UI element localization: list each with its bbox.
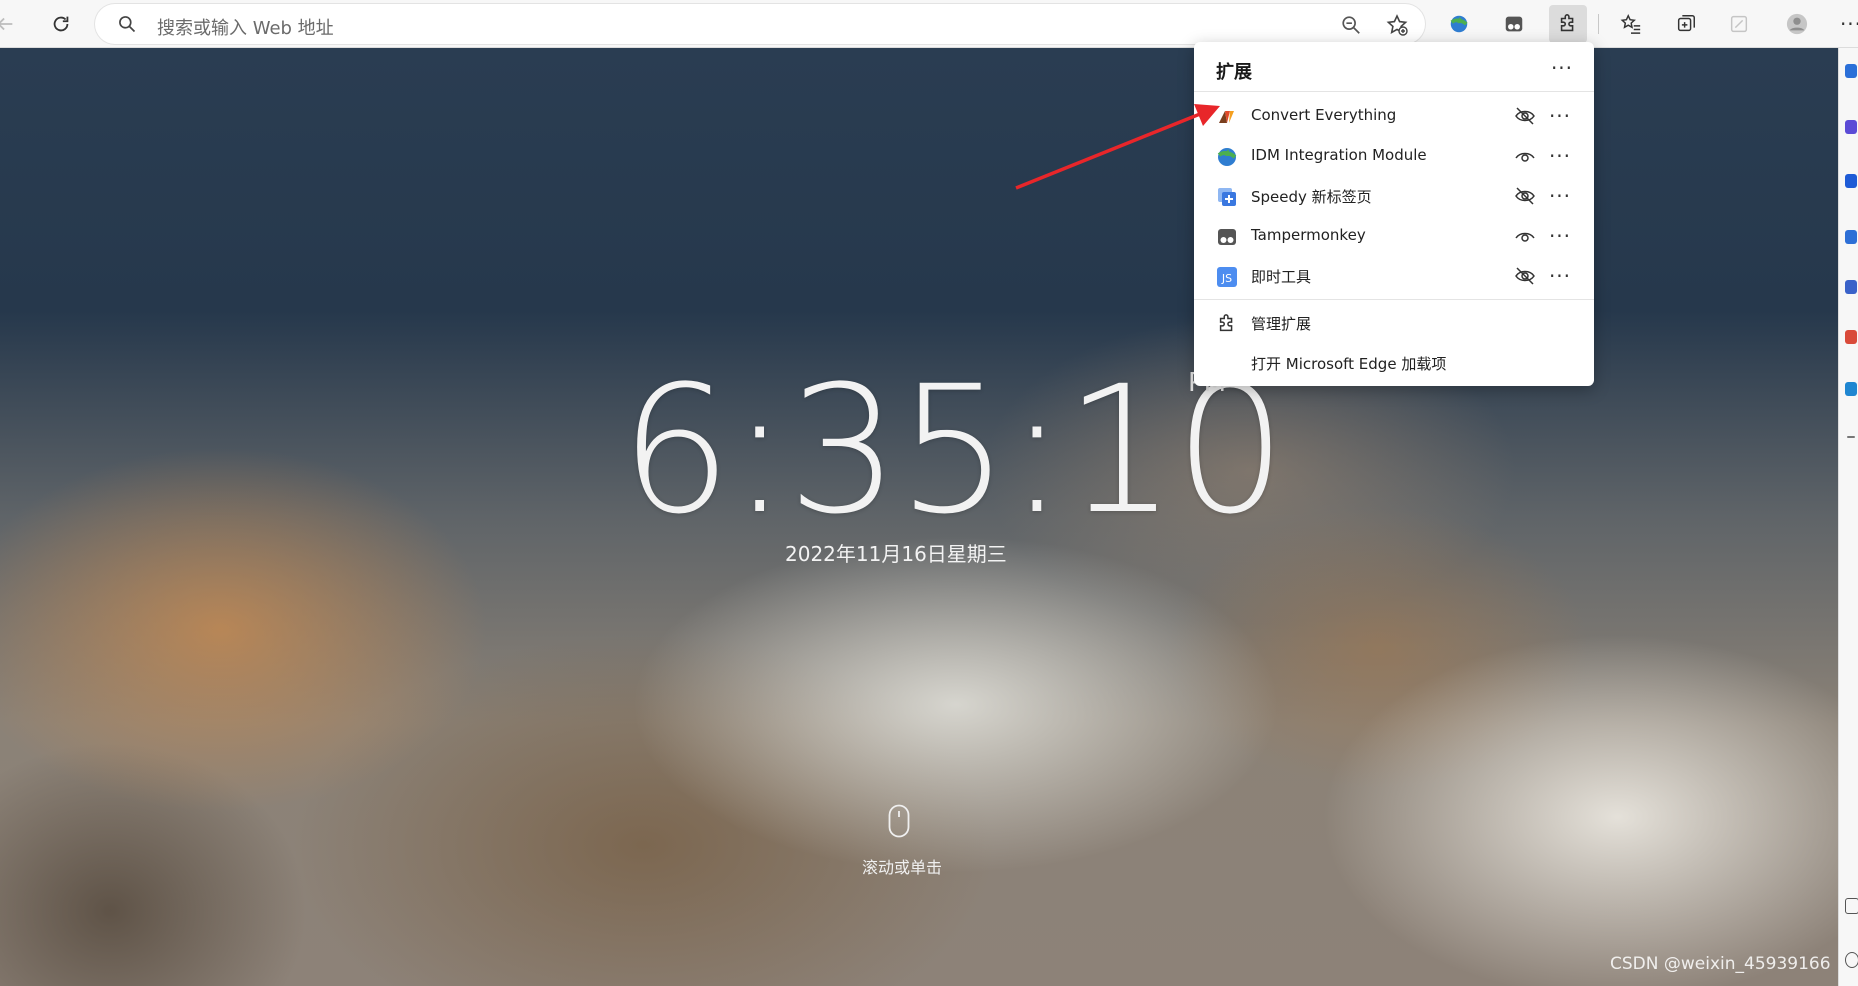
sidebar-office2-icon[interactable]: [1845, 330, 1857, 344]
collections-icon: [1677, 15, 1695, 32]
sidebar-tools-icon[interactable]: [1845, 174, 1857, 188]
favorites-list-icon: [1620, 14, 1641, 34]
clock-time: 6:35:10: [620, 348, 1286, 553]
sidebar-discover-icon[interactable]: [1845, 120, 1857, 134]
tampermonkey-icon: [1505, 16, 1523, 32]
extension-name: Convert Everything: [1251, 106, 1397, 124]
more-dots-icon: ···: [1839, 12, 1858, 36]
clock-date: 2022年11月16日星期三: [785, 542, 1007, 566]
open-edge-addons-item[interactable]: 打开 Microsoft Edge 加载项: [1194, 344, 1594, 382]
sidebar-layout-icon[interactable]: [1845, 898, 1858, 914]
zoom-icon[interactable]: [1340, 14, 1362, 36]
extension-name: IDM Integration Module: [1251, 146, 1427, 164]
sidebar-games-icon[interactable]: [1845, 230, 1857, 244]
eye-visible-icon[interactable]: [1514, 146, 1536, 166]
more-dots-icon: ···: [1550, 56, 1574, 80]
idm-extension-button[interactable]: [1440, 5, 1478, 43]
speedy-newtab-icon: [1218, 188, 1236, 206]
toolbar-separator: [1598, 14, 1599, 34]
watermark: CSDN @weixin_45939166: [1610, 954, 1831, 974]
idm-globe-icon: [1450, 15, 1468, 33]
more-dots-icon: ···: [1548, 104, 1572, 128]
eye-hidden-icon[interactable]: [1514, 186, 1536, 206]
extension-name: Tampermonkey: [1251, 226, 1366, 244]
manage-extensions-item[interactable]: 管理扩展: [1194, 304, 1594, 342]
popup-divider: [1194, 299, 1594, 300]
sidebar-add-icon[interactable]: [1847, 436, 1855, 438]
extension-more-button[interactable]: ···: [1546, 146, 1574, 166]
edge-sidebar: [1838, 48, 1858, 986]
open-edge-addons-label: 打开 Microsoft Edge 加载项: [1251, 355, 1447, 373]
scroll-hint[interactable]: 滚动或单击: [862, 854, 942, 878]
popup-more-button[interactable]: ···: [1548, 56, 1576, 80]
settings-more-button[interactable]: ···: [1832, 5, 1858, 43]
popup-divider: [1194, 91, 1594, 92]
collections-button[interactable]: [1667, 5, 1705, 43]
more-dots-icon: ···: [1548, 184, 1572, 208]
manage-extensions-label: 管理扩展: [1251, 315, 1312, 333]
extension-more-button[interactable]: ···: [1546, 106, 1574, 126]
refresh-icon: [53, 16, 69, 32]
extension-row-convert-everything[interactable]: Convert Everything ···: [1194, 96, 1594, 136]
profile-button[interactable]: [1778, 5, 1816, 43]
more-dots-icon: ···: [1548, 264, 1572, 288]
refresh-button[interactable]: [42, 5, 80, 43]
sidebar-disabled-icon: [1730, 15, 1748, 33]
puzzle-icon: [1219, 314, 1233, 332]
tampermonkey-icon: [1218, 229, 1236, 245]
extension-more-button[interactable]: ···: [1546, 266, 1574, 286]
eye-visible-icon[interactable]: [1514, 226, 1536, 246]
extension-name: Speedy 新标签页: [1251, 188, 1372, 206]
extensions-popup: 扩展 ··· Convert Everything ··· IDM Integr…: [1194, 42, 1594, 386]
eye-hidden-icon[interactable]: [1514, 106, 1536, 126]
back-button[interactable]: [0, 5, 24, 43]
extension-row-speedy[interactable]: Speedy 新标签页 ···: [1194, 176, 1594, 216]
puzzle-icon: [1560, 14, 1574, 32]
address-placeholder: 搜索或输入 Web 地址: [157, 18, 334, 39]
popup-title: 扩展: [1216, 62, 1252, 83]
sidebar-settings-icon[interactable]: [1845, 952, 1858, 968]
svg-text:JS: JS: [1221, 272, 1232, 285]
favorites-button[interactable]: [1612, 5, 1650, 43]
more-dots-icon: ···: [1548, 144, 1572, 168]
browser-toolbar: 搜索或输入 Web 地址 ···: [0, 0, 1858, 48]
search-icon: [119, 16, 136, 33]
add-favorite-icon[interactable]: [1385, 13, 1409, 37]
sidebar-outlook-icon[interactable]: [1845, 382, 1857, 396]
address-bar[interactable]: 搜索或输入 Web 地址: [95, 4, 1425, 44]
more-dots-icon: ···: [1548, 224, 1572, 248]
sidebar-office-icon[interactable]: [1845, 280, 1857, 294]
avatar-icon: [1786, 13, 1808, 35]
extension-name: 即时工具: [1251, 268, 1312, 286]
sidebar-search-icon[interactable]: [1845, 64, 1857, 78]
eye-hidden-icon[interactable]: [1514, 266, 1536, 286]
extensions-button[interactable]: [1549, 5, 1587, 43]
extension-more-button[interactable]: ···: [1546, 186, 1574, 206]
extension-row-idm[interactable]: IDM Integration Module ···: [1194, 136, 1594, 176]
mouse-scroll-icon[interactable]: [888, 804, 910, 838]
reading-view-button[interactable]: [1720, 5, 1758, 43]
back-arrow-icon: [0, 17, 13, 31]
extension-row-instant-tools[interactable]: JS 即时工具 ···: [1194, 256, 1594, 296]
idm-globe-icon: [1217, 148, 1237, 166]
convert-everything-icon: [1219, 111, 1234, 123]
extension-row-tampermonkey[interactable]: Tampermonkey ···: [1194, 216, 1594, 256]
extension-more-button[interactable]: ···: [1546, 226, 1574, 246]
instant-tools-icon: JS: [1217, 267, 1237, 287]
tampermonkey-button[interactable]: [1495, 5, 1533, 43]
